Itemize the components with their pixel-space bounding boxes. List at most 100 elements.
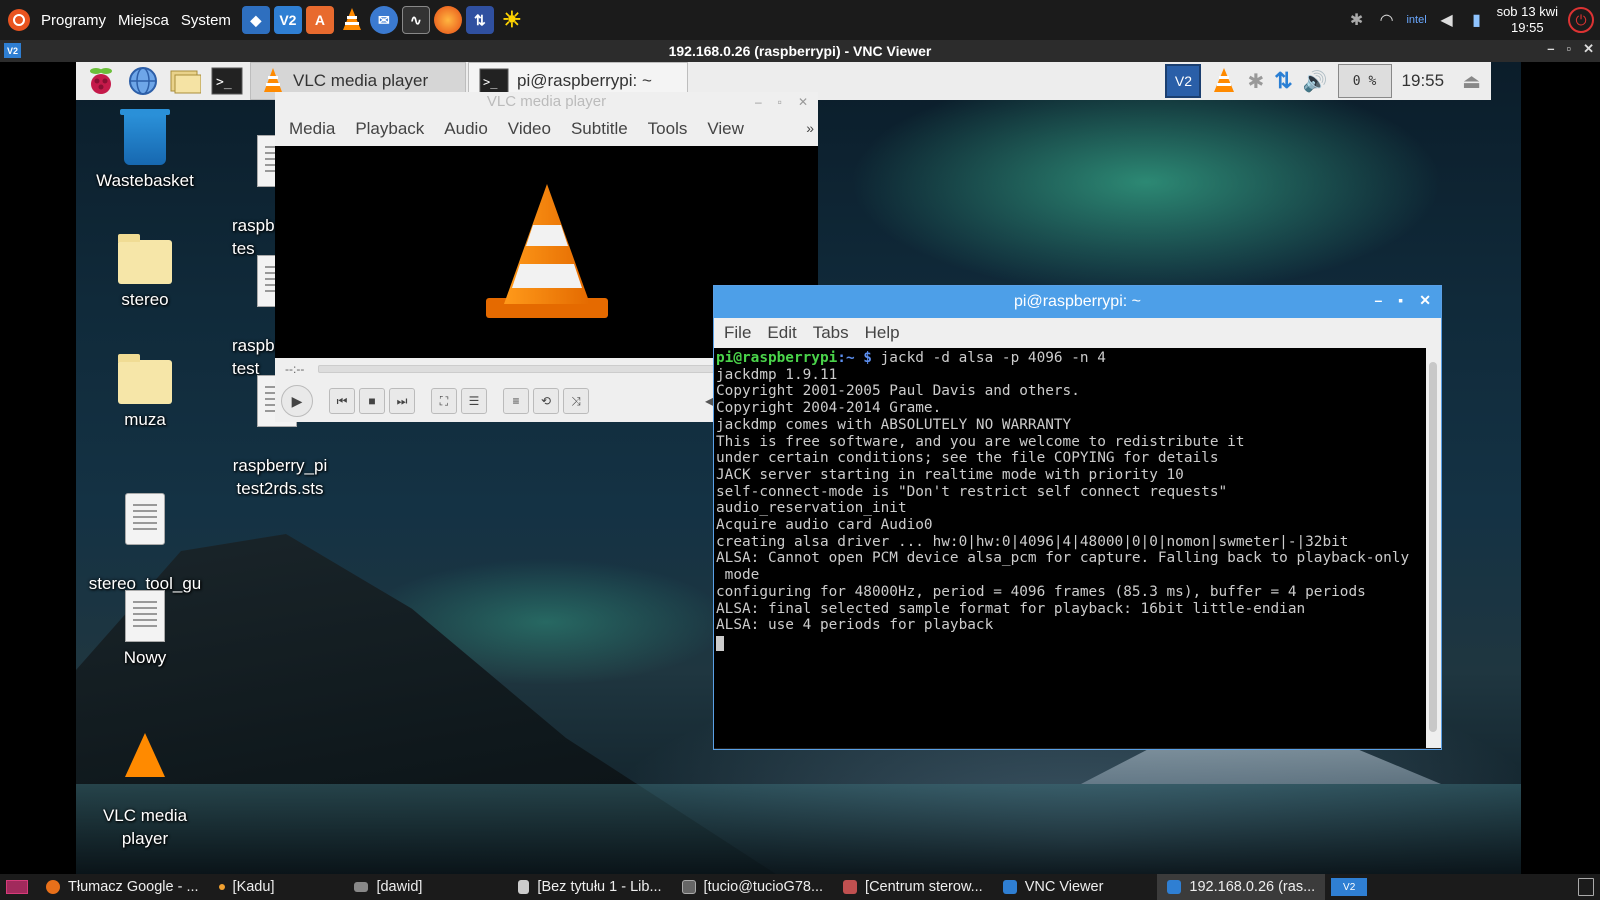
svg-text:>_: >_ <box>216 75 232 90</box>
vnc-tray-icon[interactable]: V2 <box>1331 878 1368 896</box>
network-icon[interactable]: ⇅ <box>1274 68 1292 94</box>
vnc-server-icon[interactable]: V2 <box>1165 64 1202 98</box>
trash-icon[interactable] <box>1578 878 1594 896</box>
battery-icon[interactable]: ▮ <box>1467 10 1487 30</box>
vlc-menu-subtitle[interactable]: Subtitle <box>571 119 628 139</box>
menu-miejsca[interactable]: Miejsca <box>113 12 174 29</box>
maximize-icon[interactable]: ▫ <box>778 92 782 112</box>
close-icon[interactable]: ✕ <box>798 92 808 112</box>
ubuntu-logo-icon[interactable] <box>8 9 30 31</box>
vlc-tray-icon[interactable] <box>1211 66 1237 96</box>
terminal-menu-file[interactable]: File <box>724 323 751 343</box>
control-center-icon <box>843 880 858 894</box>
vlc-menu-video[interactable]: Video <box>508 119 551 139</box>
thunderbird-icon[interactable]: ✉ <box>369 6 398 34</box>
system-monitor-icon[interactable]: ∿ <box>401 6 430 34</box>
vlc-menu-view[interactable]: View <box>707 119 744 139</box>
wifi-icon[interactable]: ◠ <box>1377 10 1397 30</box>
show-desktop-icon[interactable] <box>6 880 28 894</box>
vlc-titlebar[interactable]: VLC media player – ▫ ✕ <box>275 92 818 112</box>
maximize-icon[interactable]: ▫ <box>1566 41 1571 57</box>
eject-icon[interactable]: ⏏ <box>1462 69 1481 94</box>
host-clock[interactable]: sob 13 kwi 19:55 <box>1497 4 1558 36</box>
terminal-command: jackd -d alsa -p 4096 -n 4 <box>871 350 1106 366</box>
desktop-icon-stereo[interactable]: stereo <box>80 234 210 311</box>
taskbar-item-label: VNC Viewer <box>1024 879 1104 895</box>
taskbar-item-label: [dawid] <box>376 879 423 895</box>
volume-icon[interactable]: ◀ <box>1437 10 1457 30</box>
taskbar-item-label: 192.168.0.26 (ras... <box>1189 879 1316 895</box>
vnc-viewer-icon[interactable]: V2 <box>273 6 302 34</box>
stop-button[interactable]: ■ <box>359 388 385 414</box>
intel-icon[interactable]: intel <box>1406 10 1426 30</box>
network-tools-icon[interactable]: ⇅ <box>465 6 494 34</box>
taskbar-item-active[interactable]: 192.168.0.26 (ras... <box>1157 874 1326 900</box>
terminal-log: jackdmp 1.9.11 Copyright 2001-2005 Paul … <box>716 366 1410 634</box>
file-manager-icon[interactable] <box>168 64 202 98</box>
cpu-monitor[interactable]: 0 % <box>1337 64 1392 98</box>
vlc-menu-tools[interactable]: Tools <box>648 119 688 139</box>
software-center-icon[interactable]: A <box>305 6 334 34</box>
menu-programy[interactable]: Programy <box>36 12 111 29</box>
minimize-icon[interactable]: – <box>1547 41 1554 57</box>
terminal-menu-tabs[interactable]: Tabs <box>813 323 849 343</box>
desktop-icon-label: VLC media player <box>102 806 188 848</box>
terminal-output[interactable]: pi@raspberrypi:~ $ jackd -d alsa -p 4096… <box>714 348 1426 748</box>
bluetooth-icon[interactable]: ✱ <box>1247 69 1264 94</box>
power-icon[interactable]: ⏻ <box>1568 7 1594 33</box>
vlc-icon <box>264 68 282 92</box>
menu-system[interactable]: System <box>176 12 236 29</box>
taskbar-item[interactable]: VNC Viewer <box>993 874 1114 900</box>
raspberry-menu-icon[interactable] <box>84 64 118 98</box>
desktop-icon-wastebasket[interactable]: Wastebasket <box>80 109 210 192</box>
taskbar-item[interactable]: [Centrum sterow... <box>833 874 993 900</box>
desktop-icon-muza[interactable]: muza <box>80 354 210 431</box>
vnc-viewer-icon <box>1167 880 1182 894</box>
terminal-titlebar[interactable]: pi@raspberrypi: ~ – ▪ ✕ <box>714 286 1441 318</box>
extended-settings-button[interactable]: ☰ <box>461 388 487 414</box>
desktop-icon-nowy[interactable]: Nowy <box>80 590 210 669</box>
kodi-icon[interactable]: ◆ <box>241 6 270 34</box>
fullscreen-button[interactable]: ⛶ <box>431 388 457 414</box>
close-icon[interactable]: ✕ <box>1419 292 1431 309</box>
maximize-icon[interactable]: ▪ <box>1398 292 1403 309</box>
vlc-icon[interactable] <box>338 6 366 34</box>
terminal-icon: >_ <box>479 68 509 94</box>
terminal-menu-help[interactable]: Help <box>865 323 900 343</box>
terminal-scrollbar[interactable] <box>1426 348 1441 748</box>
volume-icon[interactable]: 🔊 <box>1303 69 1328 94</box>
kadu-icon <box>218 884 225 890</box>
vlc-menu-audio[interactable]: Audio <box>444 119 487 139</box>
close-icon[interactable]: ✕ <box>1583 41 1594 57</box>
firefox-icon[interactable] <box>433 6 462 34</box>
playlist-button[interactable]: ≡ <box>503 388 529 414</box>
loop-button[interactable]: ⟲ <box>533 388 559 414</box>
minimize-icon[interactable]: – <box>1375 292 1383 309</box>
vnc-viewer-titlebar[interactable]: V2 192.168.0.26 (raspberrypi) - VNC View… <box>0 40 1600 62</box>
weather-icon[interactable]: ☀ <box>498 6 526 34</box>
taskbar-item[interactable]: [Kadu] <box>209 874 285 900</box>
taskbar-item[interactable]: [tucio@tucioG78... <box>672 874 834 900</box>
desktop-icon-label: muza <box>124 410 166 429</box>
play-button[interactable]: ▶ <box>281 385 313 417</box>
prompt-user: pi@raspberrypi <box>716 350 838 366</box>
taskbar-item-label: [tucio@tucioG78... <box>703 879 824 895</box>
vlc-menu-media[interactable]: Media <box>289 119 335 139</box>
taskbar-item[interactable]: Tłumacz Google - ... <box>36 874 209 900</box>
vlc-menu-overflow[interactable]: » <box>806 120 814 136</box>
previous-button[interactable]: ⏮ <box>329 388 355 414</box>
minimize-icon[interactable]: – <box>755 92 762 112</box>
bluetooth-icon[interactable]: ✱ <box>1347 10 1367 30</box>
terminal-launcher-icon[interactable]: >_ <box>210 64 244 98</box>
shuffle-button[interactable]: ⤨ <box>563 388 589 414</box>
web-browser-icon[interactable] <box>126 64 160 98</box>
taskbar-item[interactable]: [dawid] <box>344 874 432 900</box>
vlc-menu-playback[interactable]: Playback <box>355 119 424 139</box>
next-button[interactable]: ⏭ <box>389 388 415 414</box>
desktop-icon-vlc[interactable]: VLC media player <box>80 710 210 873</box>
taskbar-item-label: [Centrum sterow... <box>865 879 983 895</box>
vlc-menubar: Media Playback Audio Video Subtitle Tool… <box>275 112 818 146</box>
rpi-clock[interactable]: 19:55 <box>1402 71 1445 91</box>
taskbar-item[interactable]: [Bez tytułu 1 - Lib... <box>508 874 671 900</box>
terminal-menu-edit[interactable]: Edit <box>767 323 796 343</box>
